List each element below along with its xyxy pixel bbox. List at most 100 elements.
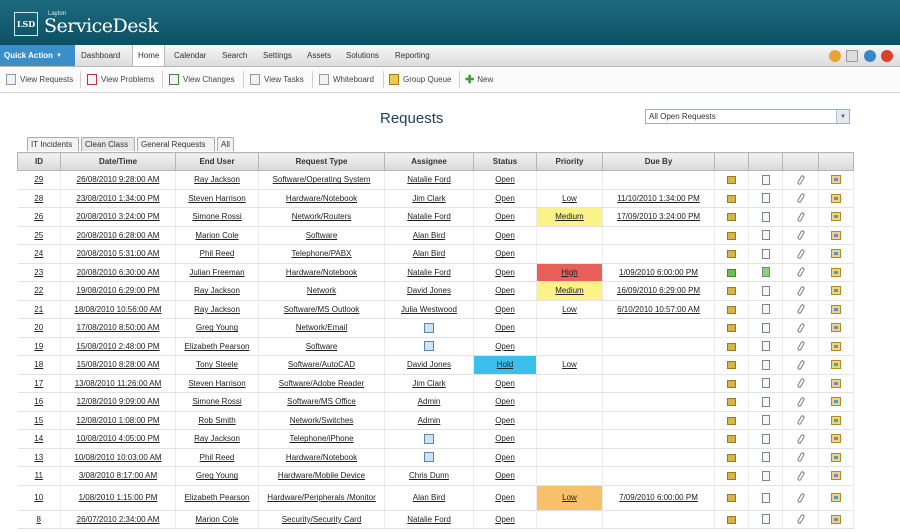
email-icon[interactable]: [831, 230, 841, 240]
tab-all[interactable]: All: [217, 137, 234, 151]
table-row[interactable]: 29 26/08/2010 9:28:00 AM Ray Jackson Softwa…: [17, 170, 854, 190]
end-user-link[interactable]: Simone Rossi: [192, 397, 241, 406]
due-by-link[interactable]: 7/09/2010 6:00:00 PM: [619, 493, 698, 502]
document-icon[interactable]: [761, 492, 770, 503]
note-icon[interactable]: [727, 379, 736, 388]
request-date-link[interactable]: 20/08/2010 5:31:00 AM: [77, 249, 160, 258]
document-icon[interactable]: [761, 230, 770, 241]
request-id-link[interactable]: 22: [34, 286, 43, 295]
attachment-icon[interactable]: [796, 492, 805, 503]
end-user-link[interactable]: Greg Young: [196, 471, 238, 480]
column-header-id[interactable]: ID: [17, 152, 61, 171]
attachment-icon[interactable]: [796, 470, 805, 482]
email-icon[interactable]: [831, 341, 841, 351]
note-icon[interactable]: [727, 416, 736, 425]
tab-clean-class[interactable]: Clean Class: [81, 137, 135, 151]
table-row[interactable]: 11 3/08/2010 8:17:00 AM Greg Young Hardware…: [17, 466, 854, 486]
request-type-link[interactable]: Software/MS Outlook: [284, 305, 360, 314]
menu-home[interactable]: Home: [132, 45, 166, 66]
end-user-link[interactable]: Marion Cole: [195, 515, 238, 524]
table-row[interactable]: 23 20/08/2010 6:30:00 AM Julian Freeman Har…: [17, 263, 854, 282]
attachment-icon[interactable]: [796, 248, 805, 260]
status-link[interactable]: Open: [495, 286, 515, 295]
table-row[interactable]: 28 23/08/2010 1:34:00 PM Steven Harrison Ha…: [17, 189, 854, 208]
request-id-link[interactable]: 13: [34, 453, 43, 462]
table-row[interactable]: 19 15/08/2010 2:48:00 PM Elizabeth Pearson…: [17, 337, 854, 356]
column-header-request-type[interactable]: Request Type: [258, 152, 385, 171]
document-icon[interactable]: [761, 470, 770, 481]
column-header-end-user[interactable]: End User: [175, 152, 259, 171]
view-tasks-button[interactable]: View Tasks: [250, 67, 304, 92]
request-id-link[interactable]: 21: [34, 305, 43, 314]
quick-action-button[interactable]: Quick Action ▼: [0, 45, 75, 66]
table-row[interactable]: 20 17/08/2010 8:50:00 AM Greg Young Network…: [17, 318, 854, 338]
status-link[interactable]: Open: [495, 434, 515, 443]
whiteboard-button[interactable]: Whiteboard: [319, 67, 374, 92]
assignee-link[interactable]: David Jones: [407, 286, 451, 295]
due-by-link[interactable]: 1/09/2010 6:00:00 PM: [619, 268, 698, 277]
assign-icon[interactable]: [424, 433, 434, 444]
request-id-link[interactable]: 24: [34, 249, 43, 258]
note-icon[interactable]: [727, 287, 736, 296]
request-date-link[interactable]: 17/08/2010 8:50:00 AM: [77, 323, 160, 332]
menu-reporting[interactable]: Reporting: [395, 45, 430, 66]
column-header-status[interactable]: Status: [473, 152, 537, 171]
email-icon[interactable]: [831, 212, 841, 222]
request-type-link[interactable]: Software/AutoCAD: [288, 360, 355, 369]
end-user-link[interactable]: Ray Jackson: [194, 434, 240, 443]
status-link[interactable]: Hold: [497, 360, 513, 369]
status-link[interactable]: Open: [495, 342, 515, 351]
assignee-link[interactable]: Alan Bird: [413, 249, 445, 258]
request-date-link[interactable]: 19/08/2010 6:29:00 PM: [76, 286, 159, 295]
request-type-link[interactable]: Hardware/Notebook: [286, 194, 357, 203]
tab-general-requests[interactable]: General Requests: [137, 137, 215, 151]
end-user-link[interactable]: Elizabeth Pearson: [185, 493, 250, 502]
help-icon[interactable]: [864, 50, 876, 62]
status-link[interactable]: Open: [495, 249, 515, 258]
end-user-link[interactable]: Ray Jackson: [194, 175, 240, 184]
request-type-link[interactable]: Hardware/Peripherals /Monitor: [267, 493, 376, 502]
request-date-link[interactable]: 10/08/2010 10:03:00 AM: [74, 453, 161, 462]
document-icon[interactable]: [761, 193, 770, 204]
email-icon[interactable]: [831, 304, 841, 314]
document-icon[interactable]: [761, 211, 770, 222]
table-row[interactable]: 16 12/08/2010 9:09:00 AM Simone Rossi Softw…: [17, 392, 854, 412]
request-type-link[interactable]: Network/Switches: [290, 416, 354, 425]
status-link[interactable]: Open: [495, 323, 515, 332]
chevron-down-icon[interactable]: ▼: [836, 110, 849, 123]
note-icon[interactable]: [727, 324, 736, 333]
table-row[interactable]: 21 18/08/2010 10:56:00 AM Ray Jackson Softw…: [17, 300, 854, 319]
end-user-link[interactable]: Ray Jackson: [194, 305, 240, 314]
request-id-link[interactable]: 19: [34, 342, 43, 351]
request-type-link[interactable]: Network/Email: [296, 323, 348, 332]
request-date-link[interactable]: 23/08/2010 1:34:00 PM: [76, 194, 159, 203]
attachment-icon[interactable]: [796, 285, 805, 297]
end-user-link[interactable]: Phil Reed: [200, 453, 235, 462]
request-date-link[interactable]: 10/08/2010 4:05:00 PM: [76, 434, 159, 443]
priority-link[interactable]: High: [561, 268, 577, 277]
end-user-link[interactable]: Steven Harrison: [188, 379, 245, 388]
assignee-link[interactable]: Natalie Ford: [407, 175, 451, 184]
request-date-link[interactable]: 15/08/2010 2:48:00 PM: [76, 342, 159, 351]
request-type-link[interactable]: Security/Security Card: [282, 515, 362, 524]
note-icon[interactable]: [727, 361, 736, 370]
request-type-link[interactable]: Software/Adobe Reader: [279, 379, 364, 388]
table-row[interactable]: 18 15/08/2010 8:28:00 AM Tony Steele Softwa…: [17, 355, 854, 375]
email-icon[interactable]: [831, 360, 841, 370]
note-icon[interactable]: [727, 435, 736, 444]
document-icon[interactable]: [761, 452, 770, 463]
assignee-link[interactable]: David Jones: [407, 360, 451, 369]
note-icon[interactable]: [727, 453, 736, 462]
table-row[interactable]: 26 20/08/2010 3:24:00 PM Simone Rossi Netwo…: [17, 207, 854, 227]
request-date-link[interactable]: 20/08/2010 6:28:00 AM: [77, 231, 160, 240]
request-id-link[interactable]: 15: [34, 416, 43, 425]
request-date-link[interactable]: 20/08/2010 3:24:00 PM: [76, 212, 159, 221]
request-id-link[interactable]: 28: [34, 194, 43, 203]
attachment-icon[interactable]: [796, 266, 805, 278]
email-icon[interactable]: [831, 286, 841, 296]
request-date-link[interactable]: 3/08/2010 8:17:00 AM: [79, 471, 157, 480]
attachment-icon[interactable]: [796, 451, 805, 463]
status-link[interactable]: Open: [495, 305, 515, 314]
priority-link[interactable]: Low: [562, 493, 577, 502]
due-by-link[interactable]: 17/09/2010 3:24:00 PM: [617, 212, 700, 221]
